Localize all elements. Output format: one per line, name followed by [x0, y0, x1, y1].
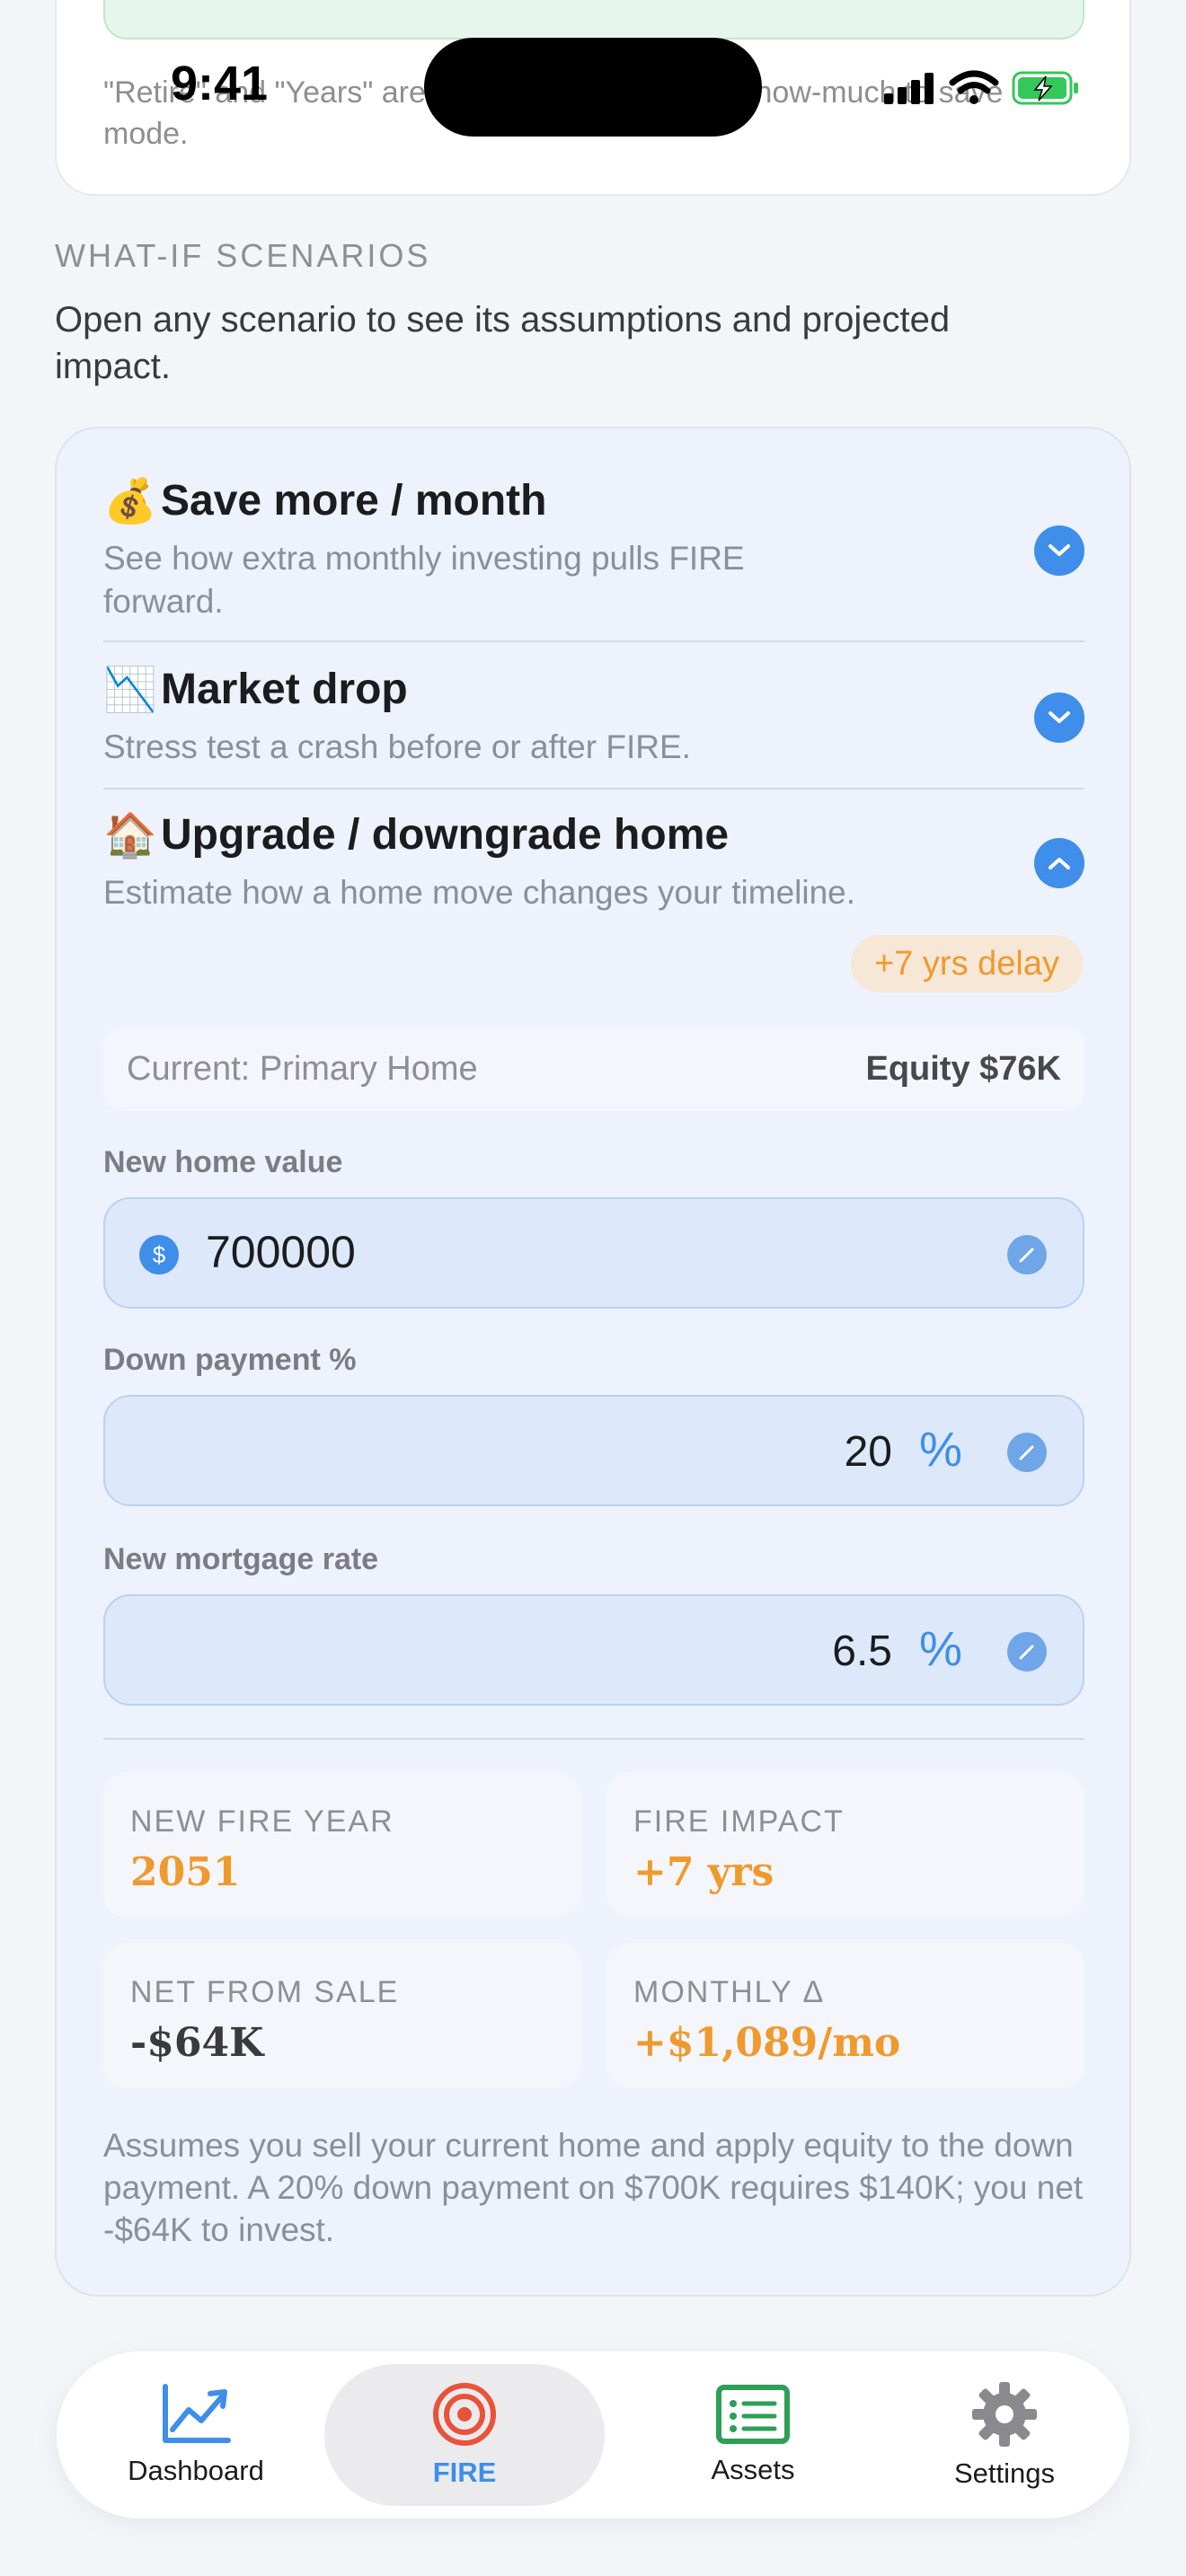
pencil-icon[interactable] — [1007, 1433, 1047, 1472]
target-icon — [433, 2383, 496, 2446]
pencil-icon[interactable] — [1007, 1632, 1047, 1672]
gear-icon — [972, 2382, 1037, 2447]
stat-value: 2051 — [130, 1849, 241, 1895]
home-value-label: New home value — [103, 1145, 343, 1179]
current-home-label: Current: Primary Home — [127, 1049, 478, 1088]
cellular-signal-icon — [884, 73, 934, 104]
stat-label: NET FROM SALE — [130, 1975, 400, 2009]
scenario-title: Upgrade / downgrade home — [161, 811, 730, 859]
scenario-market-drop[interactable]: 📉 Market drop Stress test a crash before… — [103, 664, 1084, 772]
money-bag-icon: 💰 — [103, 478, 157, 525]
scenario-footnote: Assumes you sell your current home and a… — [103, 2127, 1084, 2248]
scenario-description: See how extra monthly investing pulls FI… — [103, 540, 745, 620]
scenario-description: Estimate how a home move changes your ti… — [103, 874, 856, 911]
current-equity: Equity $76K — [865, 1049, 1061, 1088]
divider — [103, 788, 1084, 790]
scenario-save-more[interactable]: 💰 Save more / month See how extra monthl… — [103, 475, 1084, 620]
stat-value: -$64K — [130, 2020, 264, 2066]
down-payment-input[interactable]: 20 — [845, 1427, 892, 1477]
home-value-input[interactable]: 700000 — [206, 1226, 356, 1278]
divider — [103, 1738, 1084, 1740]
mortgage-rate-input[interactable]: 6.5 — [832, 1627, 892, 1676]
scenario-title: Market drop — [161, 666, 408, 713]
status-bar: 9:41 — [0, 0, 1186, 171]
tab-label: Settings — [953, 2457, 1055, 2489]
tab-assets[interactable]: Assets — [650, 2351, 856, 2519]
dollar-icon: $ — [139, 1235, 179, 1275]
stat-label: NEW FIRE YEAR — [130, 1804, 394, 1839]
mortgage-rate-label: New mortgage rate — [103, 1542, 379, 1576]
section-description: Open any scenario to see its assumptions… — [55, 300, 951, 386]
status-time: 9:41 — [171, 57, 269, 110]
chart-down-icon: 📉 — [103, 666, 157, 714]
percent-unit: % — [918, 1622, 962, 1676]
divider — [103, 640, 1084, 642]
stat-new-fire-year: NEW FIRE YEAR 2051 — [103, 1772, 581, 1918]
down-payment-field[interactable]: 20 % — [103, 1395, 1084, 1506]
battery-charging-icon — [1012, 71, 1078, 105]
stat-label: MONTHLY Δ — [633, 1975, 826, 2009]
section-title: WHAT-IF SCENARIOS — [55, 237, 431, 274]
current-home-summary: Current: Primary Home Equity $76K — [103, 1027, 1084, 1111]
stat-value: +$1,089/mo — [633, 2020, 901, 2066]
stat-value: +7 yrs — [633, 1849, 774, 1895]
tab-label: Assets — [711, 2454, 795, 2485]
list-icon — [716, 2385, 790, 2444]
tab-label: Dashboard — [128, 2455, 264, 2486]
dynamic-island — [424, 38, 762, 137]
chevron-down-icon[interactable] — [1034, 693, 1084, 743]
tab-dashboard[interactable]: Dashboard — [93, 2351, 299, 2519]
scenario-home[interactable]: 🏠 Upgrade / downgrade home Estimate how … — [103, 809, 1084, 926]
scenarios-card: 💰 Save more / month See how extra monthl… — [55, 427, 1131, 2297]
stat-fire-impact: FIRE IMPACT +7 yrs — [606, 1772, 1084, 1918]
percent-unit: % — [918, 1423, 962, 1477]
stat-label: FIRE IMPACT — [633, 1804, 845, 1839]
stat-net-from-sale: NET FROM SALE -$64K — [103, 1943, 581, 2088]
tab-settings[interactable]: Settings — [901, 2351, 1108, 2519]
tab-fire[interactable]: FIRE — [324, 2364, 605, 2506]
wifi-icon — [949, 70, 999, 104]
home-value-field[interactable]: $ 700000 — [103, 1197, 1084, 1309]
stat-monthly-delta: MONTHLY Δ +$1,089/mo — [606, 1943, 1084, 2088]
tab-label: FIRE — [432, 2457, 497, 2488]
chevron-up-icon[interactable] — [1034, 838, 1084, 888]
chart-icon — [163, 2384, 231, 2443]
mortgage-rate-field[interactable]: 6.5 % — [103, 1594, 1084, 1706]
house-icon: 🏠 — [103, 812, 157, 860]
scenario-title: Save more / month — [161, 477, 547, 525]
scenario-description: Stress test a crash before or after FIRE… — [103, 728, 691, 765]
down-payment-label: Down payment % — [103, 1343, 357, 1377]
tab-bar: Dashboard FIRE Assets Settings — [57, 2351, 1129, 2519]
status-icons — [882, 66, 1080, 110]
chevron-down-icon[interactable] — [1034, 525, 1084, 576]
delay-badge: +7 yrs delay — [851, 935, 1083, 992]
pencil-icon[interactable] — [1007, 1235, 1047, 1275]
